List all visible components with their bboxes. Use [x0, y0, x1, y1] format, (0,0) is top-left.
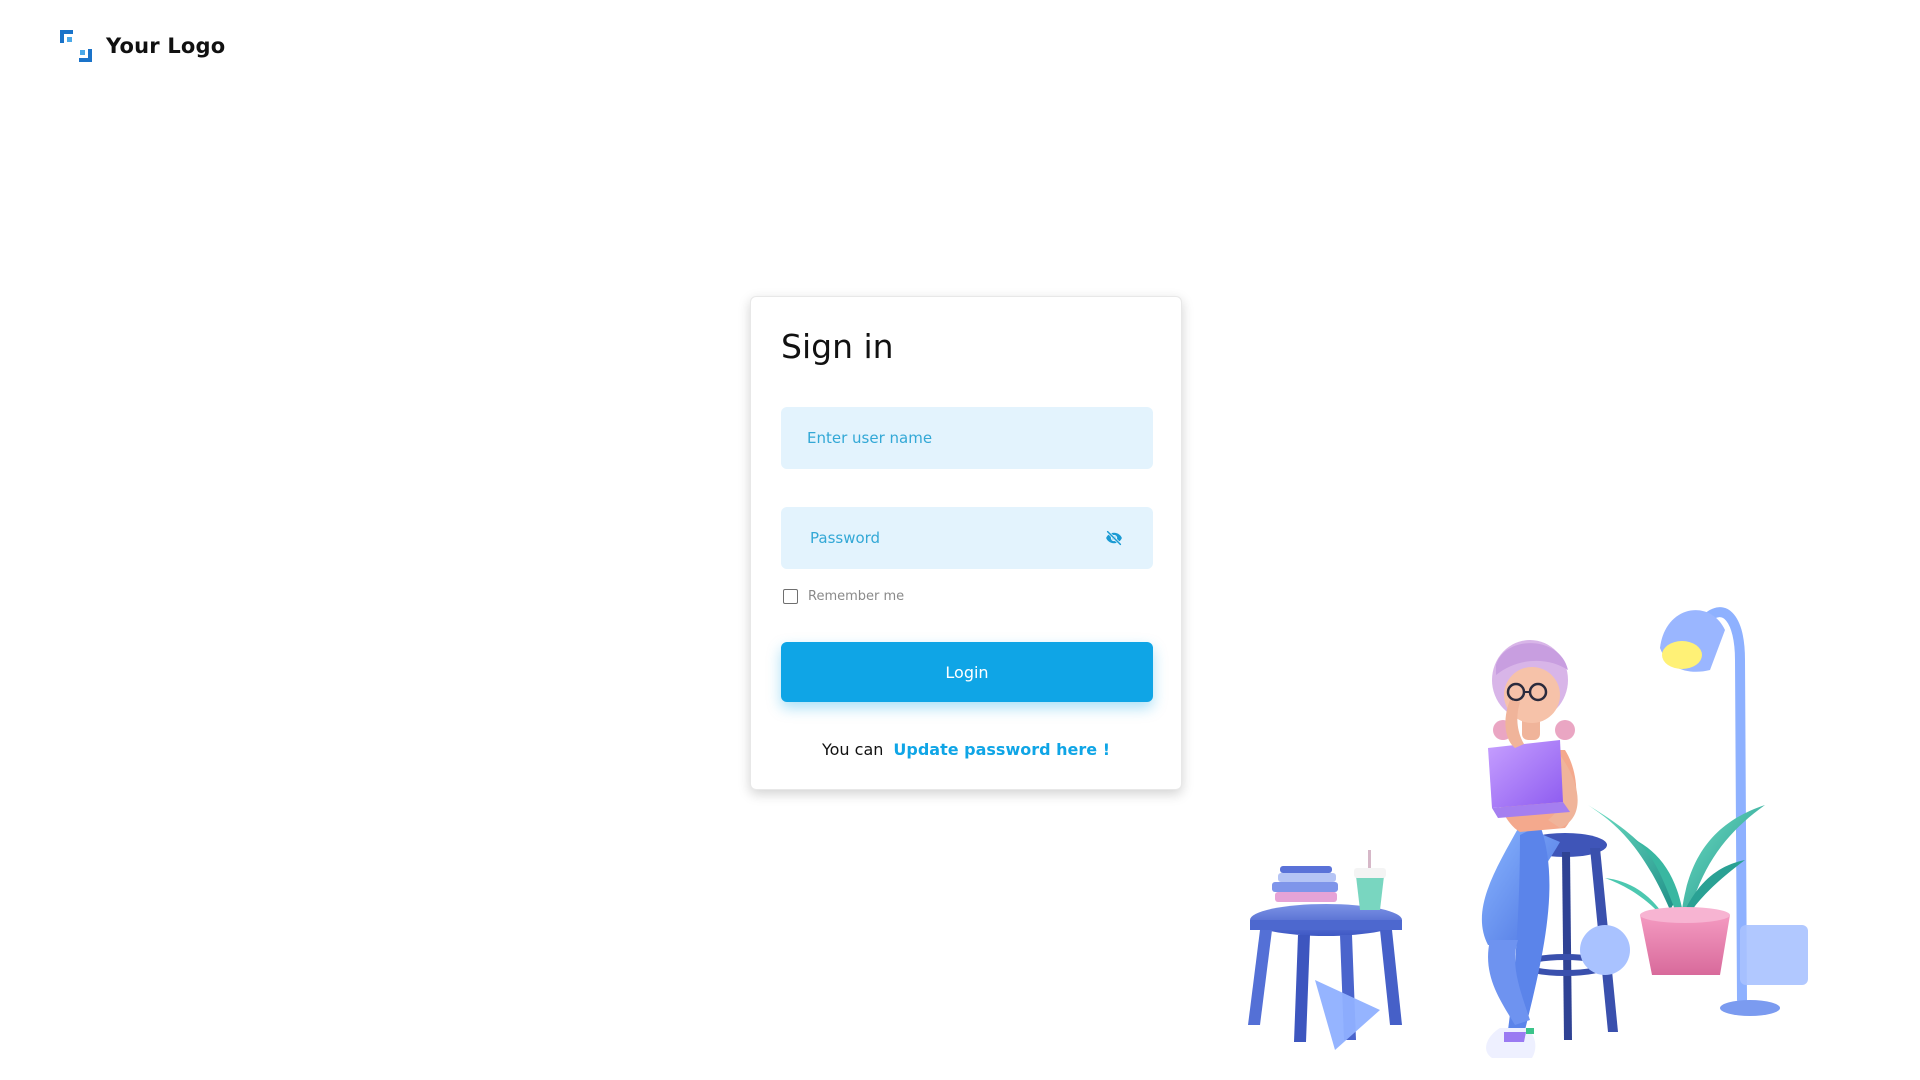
- username-input[interactable]: [781, 407, 1153, 469]
- remember-label: Remember me: [808, 589, 905, 604]
- login-button[interactable]: Login: [781, 642, 1153, 702]
- password-field-wrapper: [781, 507, 1153, 569]
- side-table: [1248, 850, 1402, 1050]
- remember-me[interactable]: Remember me: [783, 589, 904, 604]
- bracket-logo-icon: [60, 30, 92, 62]
- logo[interactable]: Your Logo: [60, 30, 225, 62]
- password-input[interactable]: [781, 507, 1153, 569]
- signin-title: Sign in: [781, 327, 894, 366]
- update-password-link[interactable]: Update password here !: [893, 740, 1110, 759]
- update-password-line: You can Update password here !: [751, 740, 1181, 759]
- eye-slash-icon[interactable]: [1105, 529, 1123, 547]
- logo-text: Your Logo: [106, 34, 226, 58]
- update-prefix: You can: [821, 740, 884, 759]
- remember-checkbox[interactable]: [783, 589, 798, 604]
- signin-card: Sign in Remember me Login You can Update …: [750, 296, 1182, 790]
- username-field-wrapper: [781, 407, 1153, 469]
- person-with-laptop-illustration: [1248, 607, 1808, 1058]
- login-page: Your Logo Sign in Remember me Login You …: [0, 0, 1920, 1080]
